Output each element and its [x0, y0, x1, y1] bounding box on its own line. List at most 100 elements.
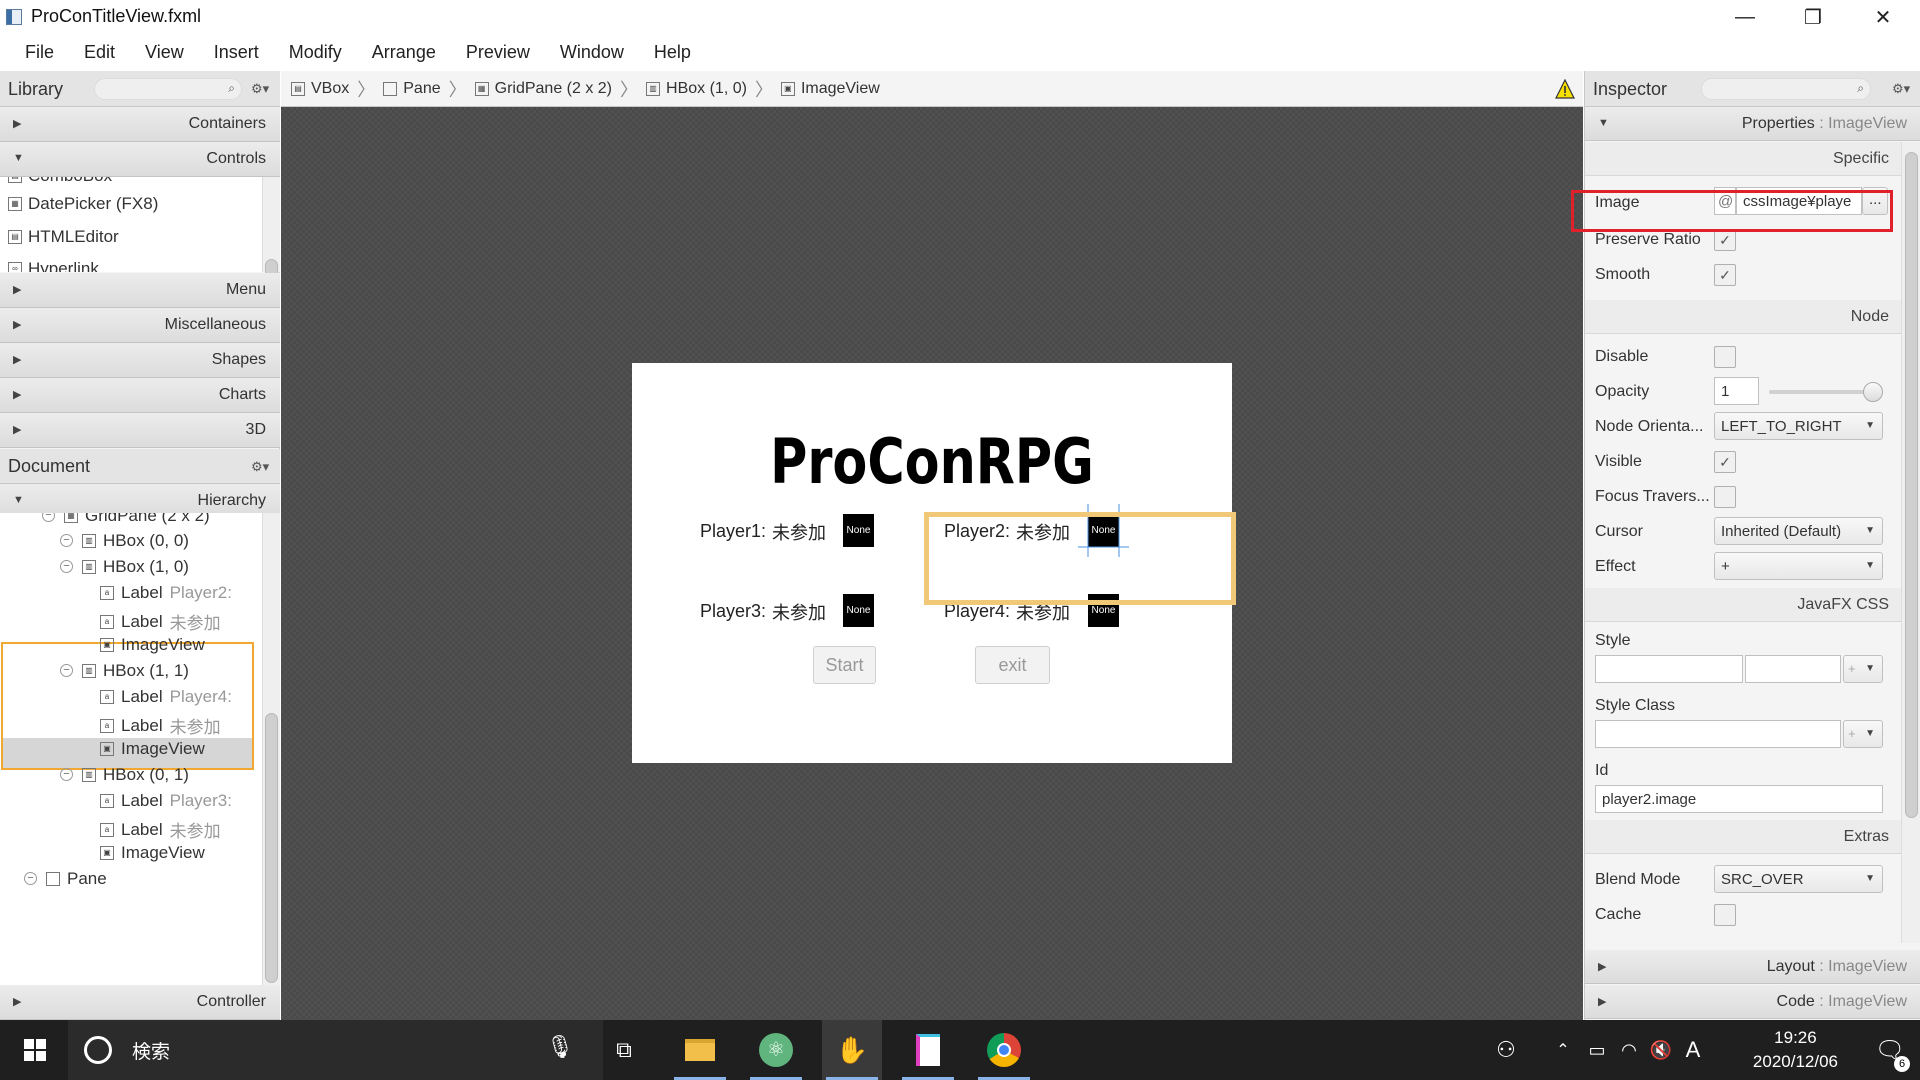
chrome-icon[interactable]	[974, 1020, 1034, 1080]
tree-node-imageview[interactable]: ▣ ImageView	[100, 739, 205, 759]
tree-node-imageview[interactable]: ▣ ImageView	[100, 843, 205, 863]
menu-preview[interactable]: Preview	[451, 42, 545, 63]
ime-mode-icon[interactable]: A	[1678, 1020, 1708, 1080]
list-item[interactable]: ∞ Hyperlink	[8, 259, 99, 272]
atom-icon[interactable]: ⚛	[746, 1020, 806, 1080]
menu-view[interactable]: View	[130, 42, 199, 63]
section-3d[interactable]: ▶ 3D	[0, 413, 280, 448]
scroll-thumb[interactable]	[265, 713, 278, 983]
warning-icon[interactable]	[1555, 79, 1575, 99]
blend-mode-select[interactable]: SRC_OVER ▼	[1714, 865, 1883, 893]
tree-node-label[interactable]: a Label 未参加	[100, 713, 221, 738]
tree-node-label[interactable]: a Label 未参加	[100, 817, 221, 842]
disable-checkbox[interactable]	[1714, 346, 1736, 368]
list-item[interactable]: ▤ComboBox	[8, 177, 112, 186]
battery-icon[interactable]: ▭	[1582, 1020, 1612, 1080]
id-field[interactable]: player2.image	[1595, 785, 1883, 813]
player1-label[interactable]: Player1:	[700, 521, 766, 542]
design-canvas[interactable]: ▤ VBox 〉 Pane 〉 ▦ GridPane (2 x 2) 〉 ▥ HBox…	[281, 71, 1583, 1020]
style-class-add-button[interactable]: + ▼	[1843, 720, 1883, 748]
section-controls[interactable]: ▼ Controls	[0, 142, 280, 177]
style-value-field[interactable]	[1745, 655, 1841, 683]
wifi-icon[interactable]: ◠	[1614, 1020, 1644, 1080]
windows-start-icon[interactable]	[5, 1020, 65, 1080]
opacity-field[interactable]: 1	[1714, 377, 1759, 405]
node-orientation-select[interactable]: LEFT_TO_RIGHT ▼	[1714, 412, 1883, 440]
section-containers[interactable]: ▶ Containers	[0, 107, 280, 142]
microphone-icon[interactable]: 🎙	[546, 1034, 574, 1060]
library-search-input[interactable]: ⌕	[94, 78, 242, 100]
player1-status[interactable]: 未参加	[772, 519, 826, 545]
player3-status[interactable]: 未参加	[772, 599, 826, 625]
style-property-field[interactable]	[1595, 655, 1743, 683]
breadcrumb-hbox[interactable]: ▥ HBox (1, 0)	[646, 80, 747, 98]
opacity-slider[interactable]	[1769, 390, 1873, 394]
tree-node-label[interactable]: a Label Player3:	[100, 791, 232, 811]
list-item[interactable]: ▦ DatePicker (FX8)	[8, 194, 158, 214]
section-menu[interactable]: ▶ Menu	[0, 273, 280, 308]
inspector-gear-icon[interactable]: ⚙▾	[1892, 81, 1910, 97]
collapse-toggle-icon[interactable]: −	[60, 560, 73, 573]
taskbar-search-box[interactable]: 検索 🎙	[68, 1020, 603, 1080]
properties-header[interactable]: ▼ Properties : ImageView	[1585, 107, 1920, 141]
document-gear-icon[interactable]: ⚙▾	[251, 459, 269, 475]
collapse-toggle-icon[interactable]: −	[60, 768, 73, 781]
visible-checkbox[interactable]: ✓	[1714, 451, 1736, 473]
close-button[interactable]: ✕	[1848, 0, 1918, 34]
collapse-toggle-icon[interactable]: −	[24, 872, 37, 885]
player1-image[interactable]: None	[843, 514, 874, 547]
section-miscellaneous[interactable]: ▶ Miscellaneous	[0, 308, 280, 343]
tree-node-imageview[interactable]: ▣ ImageView	[100, 635, 205, 655]
start-button[interactable]: Start	[813, 646, 876, 684]
tree-node-pane[interactable]: Pane	[46, 869, 107, 889]
hierarchy-scrollbar[interactable]	[262, 513, 280, 991]
smooth-checkbox[interactable]: ✓	[1714, 264, 1736, 286]
preserve-ratio-checkbox[interactable]: ✓	[1714, 229, 1736, 251]
style-add-button[interactable]: + ▼	[1843, 655, 1883, 683]
cache-checkbox[interactable]	[1714, 904, 1736, 926]
tree-node-label[interactable]: a Label 未参加	[100, 609, 221, 634]
section-charts[interactable]: ▶ Charts	[0, 378, 280, 413]
tree-node-hbox-1-0[interactable]: ▥ HBox (1, 0)	[82, 557, 189, 577]
breadcrumb-pane[interactable]: Pane	[383, 80, 441, 98]
cursor-select[interactable]: Inherited (Default) ▼	[1714, 517, 1883, 545]
effect-select[interactable]: + ▼	[1714, 552, 1883, 580]
tree-node-hbox-0-0[interactable]: ▥ HBox (0, 0)	[82, 531, 189, 551]
maximize-button[interactable]: ❐	[1778, 0, 1848, 34]
tree-node-label[interactable]: a Label Player2:	[100, 583, 232, 603]
tree-node-label[interactable]: a Label Player4:	[100, 687, 232, 707]
breadcrumb-gridpane[interactable]: ▦ GridPane (2 x 2)	[474, 80, 612, 98]
menu-edit[interactable]: Edit	[69, 42, 130, 63]
scroll-thumb[interactable]	[1905, 152, 1918, 818]
layout-header[interactable]: ▶ Layout : ImageView	[1585, 950, 1920, 984]
tree-node-gridpane[interactable]: ▦ GridPane (2 x 2)	[64, 513, 210, 526]
notepad-icon[interactable]	[898, 1020, 958, 1080]
menu-insert[interactable]: Insert	[199, 42, 274, 63]
exit-button[interactable]: exit	[975, 646, 1050, 684]
collapse-toggle-icon[interactable]: −	[42, 513, 55, 522]
style-class-field[interactable]	[1595, 720, 1841, 748]
menu-window[interactable]: Window	[545, 42, 639, 63]
list-item[interactable]: ▤ HTMLEditor	[8, 227, 119, 247]
tree-node-hbox-1-1[interactable]: ▥ HBox (1, 1)	[82, 661, 189, 681]
opacity-slider-knob[interactable]	[1863, 382, 1883, 402]
player3-image[interactable]: None	[843, 594, 874, 627]
notification-icon[interactable]: 🗨 6	[1860, 1020, 1920, 1080]
breadcrumb-vbox[interactable]: ▤ VBox	[291, 80, 349, 98]
controls-scrollbar[interactable]	[262, 177, 280, 289]
menu-help[interactable]: Help	[639, 42, 706, 63]
people-icon[interactable]: ⚇	[1486, 1020, 1526, 1080]
code-header[interactable]: ▶ Code : ImageView	[1585, 985, 1920, 1019]
library-gear-icon[interactable]: ⚙▾	[251, 81, 269, 97]
system-clock[interactable]: 19:26 2020/12/06	[1753, 1026, 1838, 1074]
minimize-button[interactable]: —	[1710, 0, 1780, 34]
player3-label[interactable]: Player3:	[700, 601, 766, 622]
inspector-scrollbar[interactable]	[1901, 142, 1920, 943]
volume-muted-icon[interactable]: 🔇	[1646, 1020, 1676, 1080]
menu-file[interactable]: File	[10, 42, 69, 63]
inspector-search-input[interactable]: ⌕	[1701, 78, 1871, 100]
file-explorer-icon[interactable]	[670, 1020, 730, 1080]
chevron-up-icon[interactable]: ⌃	[1548, 1020, 1578, 1080]
tree-node-hbox-0-1[interactable]: ▥ HBox (0, 1)	[82, 765, 189, 785]
breadcrumb-imageview[interactable]: ▣ ImageView	[780, 80, 880, 98]
